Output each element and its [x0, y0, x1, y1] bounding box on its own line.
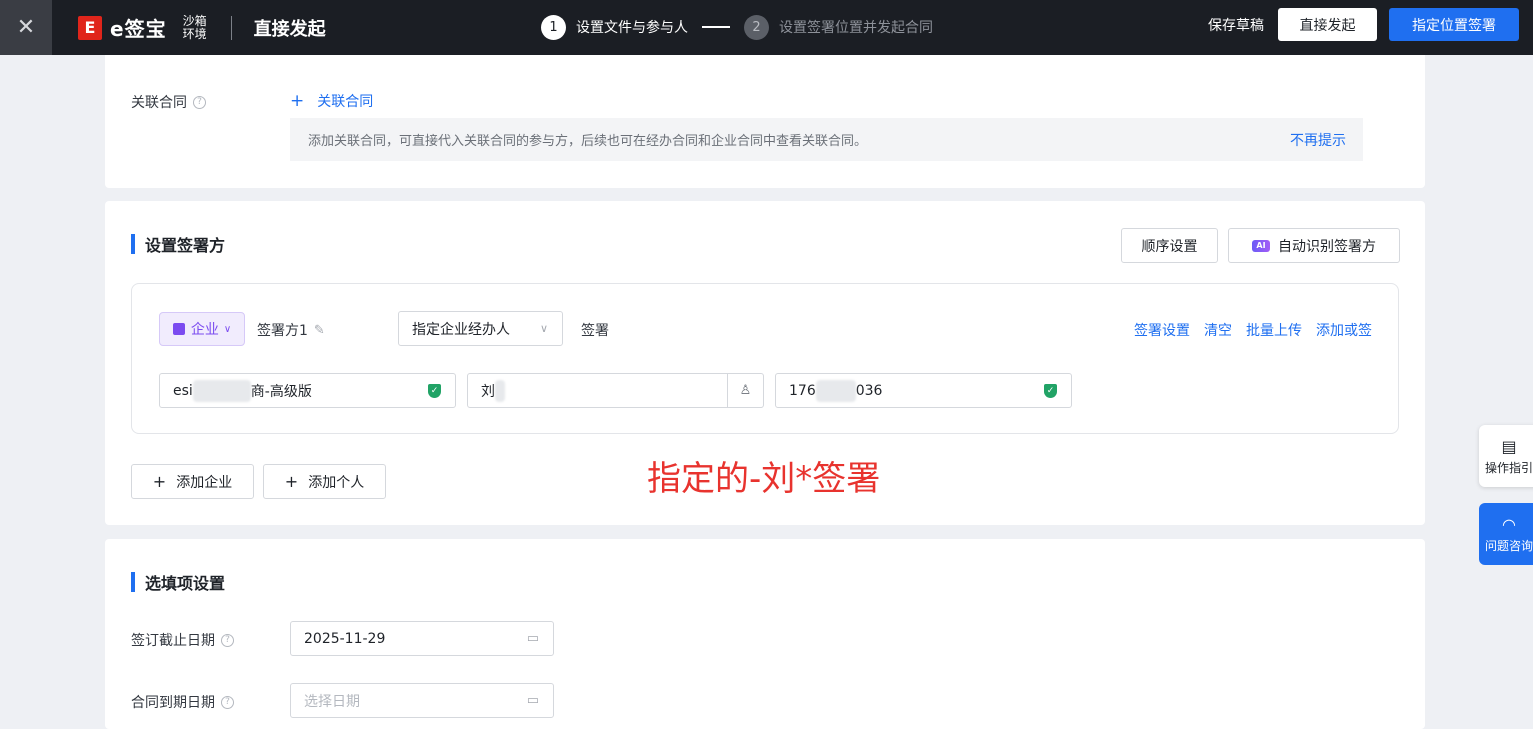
step-2-number: 2 — [744, 14, 769, 40]
env-badge: 沙箱 环境 — [182, 13, 207, 41]
close-icon[interactable]: ✕ — [0, 0, 52, 55]
redacted-mask — [815, 379, 856, 402]
book-icon: ▤ — [1501, 436, 1517, 456]
batch-upload-link[interactable]: 批量上传 — [1246, 320, 1302, 340]
ai-icon: AI — [1252, 239, 1270, 252]
step-1-label: 设置文件与参与人 — [576, 20, 688, 36]
calendar-icon: ▭ — [526, 693, 539, 708]
clear-link[interactable]: 清空 — [1204, 320, 1232, 340]
red-annotation: 指定的-刘*签署 — [647, 459, 881, 499]
sign-type-label: 签署 — [581, 323, 609, 339]
party-actions: 签署设置 清空 批量上传 添加或签 — [1134, 320, 1372, 340]
deadline-date-input[interactable]: 2025-11-29 ▭ — [290, 621, 554, 656]
signer-name: 签署方1 ✎ — [257, 322, 325, 340]
add-company-button[interactable]: + 添加企业 — [131, 464, 254, 499]
headset-icon: ◠ — [1502, 514, 1516, 534]
dismiss-tip-link[interactable]: 不再提示 — [1290, 130, 1346, 150]
step-2-label: 设置签署位置并发起合同 — [779, 20, 933, 36]
help-icon[interactable]: ? — [193, 95, 206, 109]
signers-card: 设置签署方 顺序设置 AI 自动识别签署方 企业 ∨ 签署方1 ✎ 指定企业经办… — [105, 201, 1425, 525]
auto-detect-signers-button[interactable]: AI 自动识别签署方 — [1228, 228, 1400, 263]
related-tip: 添加关联合同，可直接代入关联合同的参与方，后续也可在经办合同和企业合同中查看关联… — [290, 118, 1363, 161]
plus-icon: + — [290, 91, 305, 111]
related-contract-label: 关联合同 ? — [131, 92, 206, 112]
step-indicator: 1 设置文件与参与人 2 设置签署位置并发起合同 — [541, 13, 933, 41]
section-accent-bar — [131, 234, 135, 254]
signers-section-title: 设置签署方 — [131, 232, 225, 256]
handler-phone-field[interactable]: 176 036 ✓ — [775, 373, 1072, 408]
page-title: 直接发起 — [253, 18, 326, 40]
expire-date-input[interactable]: 选择日期 ▭ — [290, 683, 554, 718]
add-or-sign-link[interactable]: 添加或签 — [1316, 320, 1372, 340]
handler-name-field[interactable]: 刘 ♙ — [467, 373, 764, 408]
deadline-label: 签订截止日期 ? — [131, 630, 234, 650]
direct-send-button[interactable]: 直接发起 — [1278, 8, 1377, 41]
brand-name: e签宝 — [110, 17, 167, 41]
verified-shield-icon: ✓ — [428, 384, 441, 398]
divider — [230, 15, 232, 40]
add-related-contract-link[interactable]: + 关联合同 — [290, 91, 373, 111]
add-person-button[interactable]: + 添加个人 — [263, 464, 386, 499]
help-icon[interactable]: ? — [221, 633, 234, 647]
redacted-mask — [495, 379, 505, 402]
expire-label: 合同到期日期 ? — [131, 692, 234, 712]
optional-settings-card: 选填项设置 签订截止日期 ? 2025-11-29 ▭ 合同到期日期 ? 选择日… — [105, 539, 1425, 729]
optional-section-title: 选填项设置 — [131, 570, 225, 594]
plus-icon: + — [284, 472, 299, 491]
calendar-icon: ▭ — [526, 631, 539, 646]
signer-party-box: 企业 ∨ 签署方1 ✎ 指定企业经办人 ∨ 签署 签署设置 清空 批量上传 添加… — [131, 283, 1399, 434]
set-sign-position-button[interactable]: 指定位置签署 — [1389, 8, 1519, 41]
chevron-down-icon: ∨ — [539, 322, 548, 335]
top-bar: ✕ E e签宝 沙箱 环境 直接发起 1 设置文件与参与人 2 设置签署位置并发… — [0, 0, 1533, 55]
redacted-mask — [192, 379, 251, 402]
chevron-down-icon: ∨ — [223, 323, 232, 335]
handler-role-select[interactable]: 指定企业经办人 ∨ — [398, 311, 563, 346]
top-actions: 保存草稿 直接发起 指定位置签署 — [1208, 8, 1519, 41]
step-1-number: 1 — [541, 14, 566, 40]
step-connector — [702, 26, 730, 28]
save-draft-button[interactable]: 保存草稿 — [1208, 15, 1264, 35]
party-type-select[interactable]: 企业 ∨ — [159, 312, 245, 346]
help-consult-button[interactable]: ◠ 问题咨询 — [1479, 503, 1533, 565]
company-icon — [172, 323, 185, 335]
sign-settings-link[interactable]: 签署设置 — [1134, 320, 1190, 340]
plus-icon: + — [152, 472, 167, 491]
section-accent-bar — [131, 572, 135, 592]
operation-guide-button[interactable]: ▤ 操作指引 — [1479, 425, 1533, 487]
esign-logo-icon: E — [78, 15, 102, 40]
company-name-field[interactable]: esi 商-高级版 ✓ — [159, 373, 456, 408]
edit-icon[interactable]: ✎ — [314, 323, 325, 338]
related-contract-card: 关联合同 ? + 关联合同 添加关联合同，可直接代入关联合同的参与方，后续也可在… — [105, 55, 1425, 188]
help-icon[interactable]: ? — [221, 695, 234, 709]
order-settings-button[interactable]: 顺序设置 — [1121, 228, 1218, 263]
verified-shield-icon: ✓ — [1044, 384, 1057, 398]
user-icon[interactable]: ♙ — [727, 374, 763, 407]
